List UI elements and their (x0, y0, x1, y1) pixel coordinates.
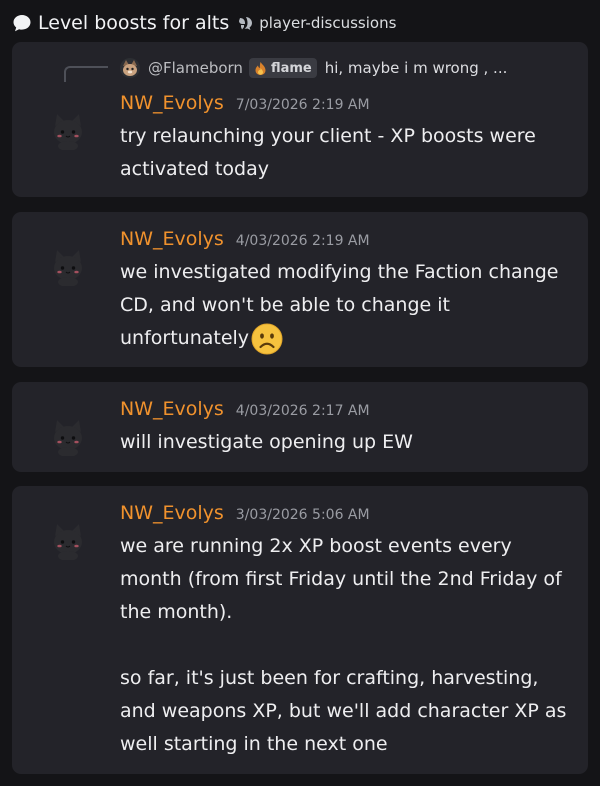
flame-icon (253, 61, 268, 76)
avatar[interactable] (48, 110, 88, 150)
author-name[interactable]: NW_Evolys (120, 92, 224, 114)
message-card: NW_Evolys 3/03/2026 5:06 AM we are runni… (12, 486, 588, 774)
message-text: we investigated modifying the Faction ch… (120, 261, 559, 349)
timestamp[interactable]: 7/03/2026 2:19 AM (236, 97, 370, 113)
reply-reference[interactable]: @Flameborn flame hi, maybe i m wrong , .… (120, 56, 507, 80)
timestamp[interactable]: 4/03/2026 2:19 AM (236, 233, 370, 249)
message-content: we are running 2x XP boost events every … (120, 530, 575, 761)
speech-bubble-icon (12, 13, 32, 33)
message-card: NW_Evolys 4/03/2026 2:19 AM we investiga… (12, 212, 588, 367)
channel-name[interactable]: player-discussions (259, 14, 396, 32)
author-name[interactable]: NW_Evolys (120, 502, 224, 524)
thread-channel-icon (237, 15, 254, 32)
message-author-line: NW_Evolys 4/03/2026 2:19 AM (120, 228, 370, 250)
thread-header: Level boosts for alts player-discussions (12, 9, 396, 37)
message-text: we are running 2x XP boost events every … (120, 535, 562, 623)
avatar[interactable] (48, 520, 88, 560)
message-author-line: NW_Evolys 3/03/2026 5:06 AM (120, 502, 370, 524)
reply-preview-text[interactable]: hi, maybe i m wrong , ... (325, 59, 508, 77)
reply-avatar-icon (120, 58, 140, 78)
reply-author[interactable]: @Flameborn (148, 59, 243, 77)
timestamp[interactable]: 4/03/2026 2:17 AM (236, 403, 370, 419)
message-card: @Flameborn flame hi, maybe i m wrong , .… (12, 42, 588, 197)
frowning-face-emoji-icon (251, 323, 283, 354)
thread-title[interactable]: Level boosts for alts (38, 12, 229, 34)
author-name[interactable]: NW_Evolys (120, 398, 224, 420)
avatar[interactable] (48, 416, 88, 456)
author-name[interactable]: NW_Evolys (120, 228, 224, 250)
guild-tag-label: flame (270, 60, 312, 76)
message-author-line: NW_Evolys 7/03/2026 2:19 AM (120, 92, 370, 114)
avatar[interactable] (48, 246, 88, 286)
message-text: so far, it's just been for crafting, har… (120, 667, 567, 755)
message-card: NW_Evolys 4/03/2026 2:17 AM will investi… (12, 382, 588, 472)
message-content: will investigate opening up EW (120, 426, 575, 459)
reply-connector (64, 66, 108, 82)
message-author-line: NW_Evolys 4/03/2026 2:17 AM (120, 398, 370, 420)
guild-tag[interactable]: flame (248, 58, 317, 78)
message-text: will investigate opening up EW (120, 431, 413, 453)
message-content: try relaunching your client - XP boosts … (120, 120, 575, 186)
message-content: we investigated modifying the Faction ch… (120, 256, 575, 355)
timestamp[interactable]: 3/03/2026 5:06 AM (236, 507, 370, 523)
message-text: try relaunching your client - XP boosts … (120, 125, 536, 180)
